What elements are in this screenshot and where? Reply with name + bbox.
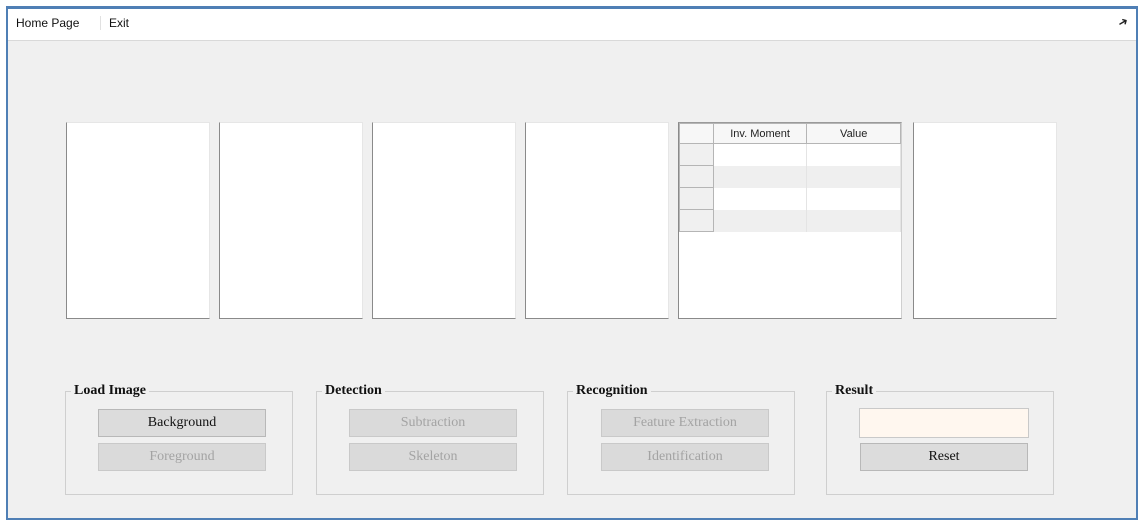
grid-row [679,143,901,166]
grid-row [679,187,901,210]
background-button[interactable]: Background [98,409,266,437]
grid-cell-moment[interactable] [713,143,808,166]
foreground-button[interactable]: Foreground [98,443,266,471]
result-group-title: Result [832,383,877,399]
recognition-group: Recognition Feature Extraction Identific… [567,383,795,495]
feature-extraction-button[interactable]: Feature Extraction [601,409,769,437]
grid-row [679,209,901,232]
grid-header-inv-moment[interactable]: Inv. Moment [712,123,808,144]
detection-group: Detection Subtraction Skeleton [316,383,544,495]
grid-corner-cell [679,123,714,144]
menu-exit[interactable]: Exit [109,16,129,30]
grid-cell-moment[interactable] [713,187,808,210]
main-window: Home Page Exit ➜ Inv. Moment Value Load … [6,6,1138,520]
grid-header-value[interactable]: Value [806,123,901,144]
identification-button[interactable]: Identification [601,443,769,471]
load-image-group-title: Load Image [71,383,149,399]
subtraction-button[interactable]: Subtraction [349,409,517,437]
result-output[interactable] [859,408,1029,438]
moments-grid[interactable]: Inv. Moment Value [678,122,902,319]
grid-cell-value[interactable] [806,209,901,232]
menu-bar: Home Page Exit ➜ [8,9,1136,41]
image-panel-background [66,122,210,319]
detection-group-title: Detection [322,383,385,399]
image-panel-skeleton [525,122,669,319]
grid-cell-moment[interactable] [713,165,808,188]
grid-row [679,165,901,188]
grid-cell-value[interactable] [806,187,901,210]
grid-cell-value[interactable] [806,165,901,188]
grid-row-header[interactable] [679,143,714,166]
grid-row-header[interactable] [679,165,714,188]
pin-icon[interactable]: ➜ [1115,13,1131,30]
recognition-group-title: Recognition [573,383,651,399]
menu-separator [100,16,101,30]
grid-cell-value[interactable] [806,143,901,166]
moments-table: Inv. Moment Value [679,123,901,232]
load-image-group: Load Image Background Foreground [65,383,293,495]
result-group: Result Reset [826,383,1054,495]
skeleton-button[interactable]: Skeleton [349,443,517,471]
grid-header-row: Inv. Moment Value [679,123,901,144]
image-panel-foreground [219,122,363,319]
grid-row-header[interactable] [679,209,714,232]
grid-row-header[interactable] [679,187,714,210]
reset-button[interactable]: Reset [860,443,1028,471]
image-panel-result [913,122,1057,319]
image-panel-subtraction [372,122,516,319]
menu-home-page[interactable]: Home Page [16,16,79,30]
grid-cell-moment[interactable] [713,209,808,232]
